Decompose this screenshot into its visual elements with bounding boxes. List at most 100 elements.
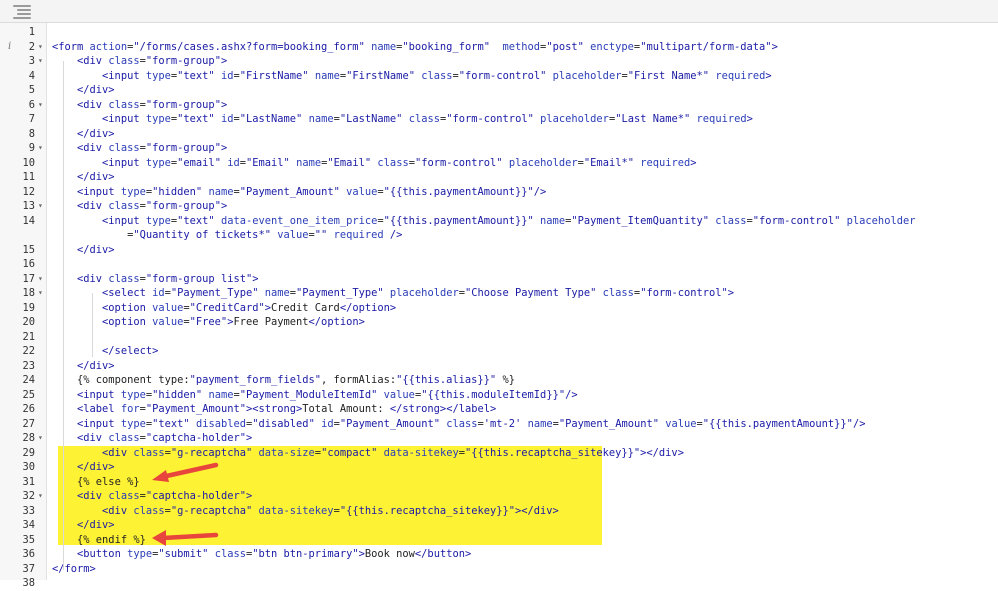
code-text: </div> bbox=[77, 519, 115, 531]
line-number: 6 bbox=[28, 98, 35, 111]
line-number: 25 bbox=[22, 388, 35, 401]
fold-toggle-icon[interactable]: ▾ bbox=[38, 199, 43, 214]
line-number: 38 bbox=[22, 577, 35, 589]
line-number: 36 bbox=[22, 548, 35, 560]
info-icon[interactable]: i bbox=[8, 40, 11, 55]
line-number: 31 bbox=[22, 475, 35, 488]
code-line[interactable]: 15 </div> bbox=[0, 243, 998, 258]
code-text: <div class="form-group"> bbox=[77, 142, 228, 154]
code-text: </select> bbox=[102, 345, 159, 357]
code-line[interactable]: 37 </form> bbox=[0, 562, 998, 577]
fold-toggle-icon[interactable]: ▾ bbox=[38, 40, 43, 55]
code-text: <div class="form-group"> bbox=[77, 200, 228, 212]
code-line[interactable]: 29 <div class="g-recaptcha" data-size="c… bbox=[0, 446, 998, 461]
code-text: {% else %} bbox=[77, 475, 140, 488]
code-line[interactable]: 24 {% component type:"payment_form_field… bbox=[0, 373, 998, 388]
code-line[interactable]: 7 <input type="text" id="LastName" name=… bbox=[0, 112, 998, 127]
line-number: 18 bbox=[22, 287, 35, 299]
line-number: 26 bbox=[22, 403, 35, 415]
code-line[interactable]: 14 <input type="text" data-event_one_ite… bbox=[0, 214, 998, 229]
line-number: 8 bbox=[28, 127, 35, 140]
code-line[interactable]: 13 ▾ <div class="form-group"> bbox=[0, 199, 998, 214]
annotation-arrow bbox=[152, 462, 219, 482]
code-line[interactable]: 21 bbox=[0, 330, 998, 345]
fold-toggle-icon[interactable]: ▾ bbox=[38, 286, 43, 301]
indent-guide bbox=[63, 61, 64, 570]
code-line[interactable]: 10 <input type="email" id="Email" name="… bbox=[0, 156, 998, 171]
code-line[interactable]: 4 <input type="text" id="FirstName" name… bbox=[0, 69, 998, 84]
line-number: 23 bbox=[22, 359, 35, 372]
line-number: 2 bbox=[28, 40, 35, 53]
code-line[interactable]: 19 <option value="CreditCard">Credit Car… bbox=[0, 301, 998, 316]
code-line[interactable]: 3 ▾ <div class="form-group"> bbox=[0, 54, 998, 69]
line-number: 32 bbox=[22, 490, 35, 502]
code-text: </div> bbox=[77, 461, 115, 473]
fold-toggle-icon[interactable]: ▾ bbox=[38, 489, 43, 504]
fold-toggle-icon[interactable]: ▾ bbox=[38, 272, 43, 287]
code-line[interactable]: 20 <option value="Free">Free Payment</op… bbox=[0, 315, 998, 330]
code-text: </form> bbox=[52, 562, 96, 575]
line-number: 33 bbox=[22, 504, 35, 517]
code-line[interactable]: 18 ▾ <select id="Payment_Type" name="Paym… bbox=[0, 286, 998, 301]
code-line[interactable]: 23 </div> bbox=[0, 359, 998, 374]
line-number: 17 bbox=[22, 272, 35, 285]
annotation-arrow bbox=[152, 530, 219, 546]
code-text: <form action="/forms/cases.ashx?form=boo… bbox=[52, 40, 778, 53]
fold-toggle-icon[interactable]: ▾ bbox=[38, 98, 43, 113]
code-text: <div class="captcha-holder"> bbox=[77, 432, 253, 444]
code-text: <div class="g-recaptcha" data-size="comp… bbox=[102, 446, 684, 459]
code-line[interactable]: 16 bbox=[0, 257, 998, 272]
code-line[interactable]: 12 <input type="hidden" name="Payment_Am… bbox=[0, 185, 998, 200]
code-line[interactable]: 11 </div> bbox=[0, 170, 998, 185]
code-line[interactable]: 25 <input type="hidden" name="Payment_Mo… bbox=[0, 388, 998, 403]
code-text: </div> bbox=[77, 359, 115, 372]
code-text: </div> bbox=[77, 127, 115, 140]
code-line[interactable]: ="Quantity of tickets*" value="" require… bbox=[0, 228, 998, 243]
line-number: 15 bbox=[22, 243, 35, 256]
line-number: 1 bbox=[28, 26, 35, 38]
code-text: <input type="text" disabled="disabled" i… bbox=[77, 417, 866, 430]
code-line[interactable]: 8 </div> bbox=[0, 127, 998, 142]
code-line[interactable]: 1 bbox=[0, 25, 998, 40]
code-line[interactable]: 26 <label for="Payment_Amount"><strong>T… bbox=[0, 402, 998, 417]
line-number: 37 bbox=[22, 562, 35, 575]
line-number: 24 bbox=[22, 374, 35, 386]
line-number: 5 bbox=[28, 84, 35, 96]
code-text: <div class="form-group"> bbox=[77, 55, 228, 67]
code-line[interactable]: 32 ▾ <div class="captcha-holder"> bbox=[0, 489, 998, 504]
code-text: <div class="g-recaptcha" data-sitekey="{… bbox=[102, 504, 559, 517]
code-line[interactable]: 27 <input type="text" disabled="disabled… bbox=[0, 417, 998, 432]
code-line[interactable]: 6 ▾ <div class="form-group"> bbox=[0, 98, 998, 113]
code-text: <label for="Payment_Amount"><strong>Tota… bbox=[77, 403, 497, 415]
line-number: 13 bbox=[22, 200, 35, 212]
code-line[interactable]: 36 <button type="submit" class="btn btn-… bbox=[0, 547, 998, 562]
code-text: <div class="form-group list"> bbox=[77, 272, 259, 285]
line-number: 22 bbox=[22, 345, 35, 357]
line-number: 10 bbox=[22, 156, 35, 169]
fold-toggle-icon[interactable]: ▾ bbox=[38, 141, 43, 156]
code-editor[interactable]: 1 2 i ▾ <form action="/forms/cases.ashx?form… bbox=[0, 25, 998, 591]
line-number: 30 bbox=[22, 461, 35, 473]
code-line[interactable]: 33 <div class="g-recaptcha" data-sitekey… bbox=[0, 504, 998, 519]
line-number: 27 bbox=[22, 417, 35, 430]
editor-toolbar bbox=[0, 0, 998, 23]
fold-toggle-icon[interactable]: ▾ bbox=[38, 54, 43, 69]
code-line[interactable]: 9 ▾ <div class="form-group"> bbox=[0, 141, 998, 156]
line-number: 9 bbox=[28, 142, 35, 154]
line-number: 4 bbox=[28, 69, 35, 82]
code-text: <input type="text" data-event_one_item_p… bbox=[102, 214, 916, 227]
hamburger-menu-icon[interactable] bbox=[13, 4, 31, 19]
code-text: <div class="captcha-holder"> bbox=[77, 490, 253, 502]
fold-toggle-icon[interactable]: ▾ bbox=[38, 431, 43, 446]
line-number: 28 bbox=[22, 432, 35, 444]
code-line[interactable]: 2 i ▾ <form action="/forms/cases.ashx?form=… bbox=[0, 40, 998, 55]
code-line[interactable]: 5 </div> bbox=[0, 83, 998, 98]
code-line[interactable]: 28 ▾ <div class="captcha-holder"> bbox=[0, 431, 998, 446]
code-text: <input type="hidden" name="Payment_Amoun… bbox=[77, 185, 547, 198]
code-text: <input type="text" id="LastName" name="L… bbox=[102, 113, 753, 125]
code-line[interactable]: 38 bbox=[0, 576, 998, 591]
code-text: <div class="form-group"> bbox=[77, 98, 228, 111]
code-text: {% component type:"payment_form_fields",… bbox=[77, 374, 515, 386]
code-line[interactable]: 17 ▾ <div class="form-group list"> bbox=[0, 272, 998, 287]
code-line[interactable]: 22 </select> bbox=[0, 344, 998, 359]
